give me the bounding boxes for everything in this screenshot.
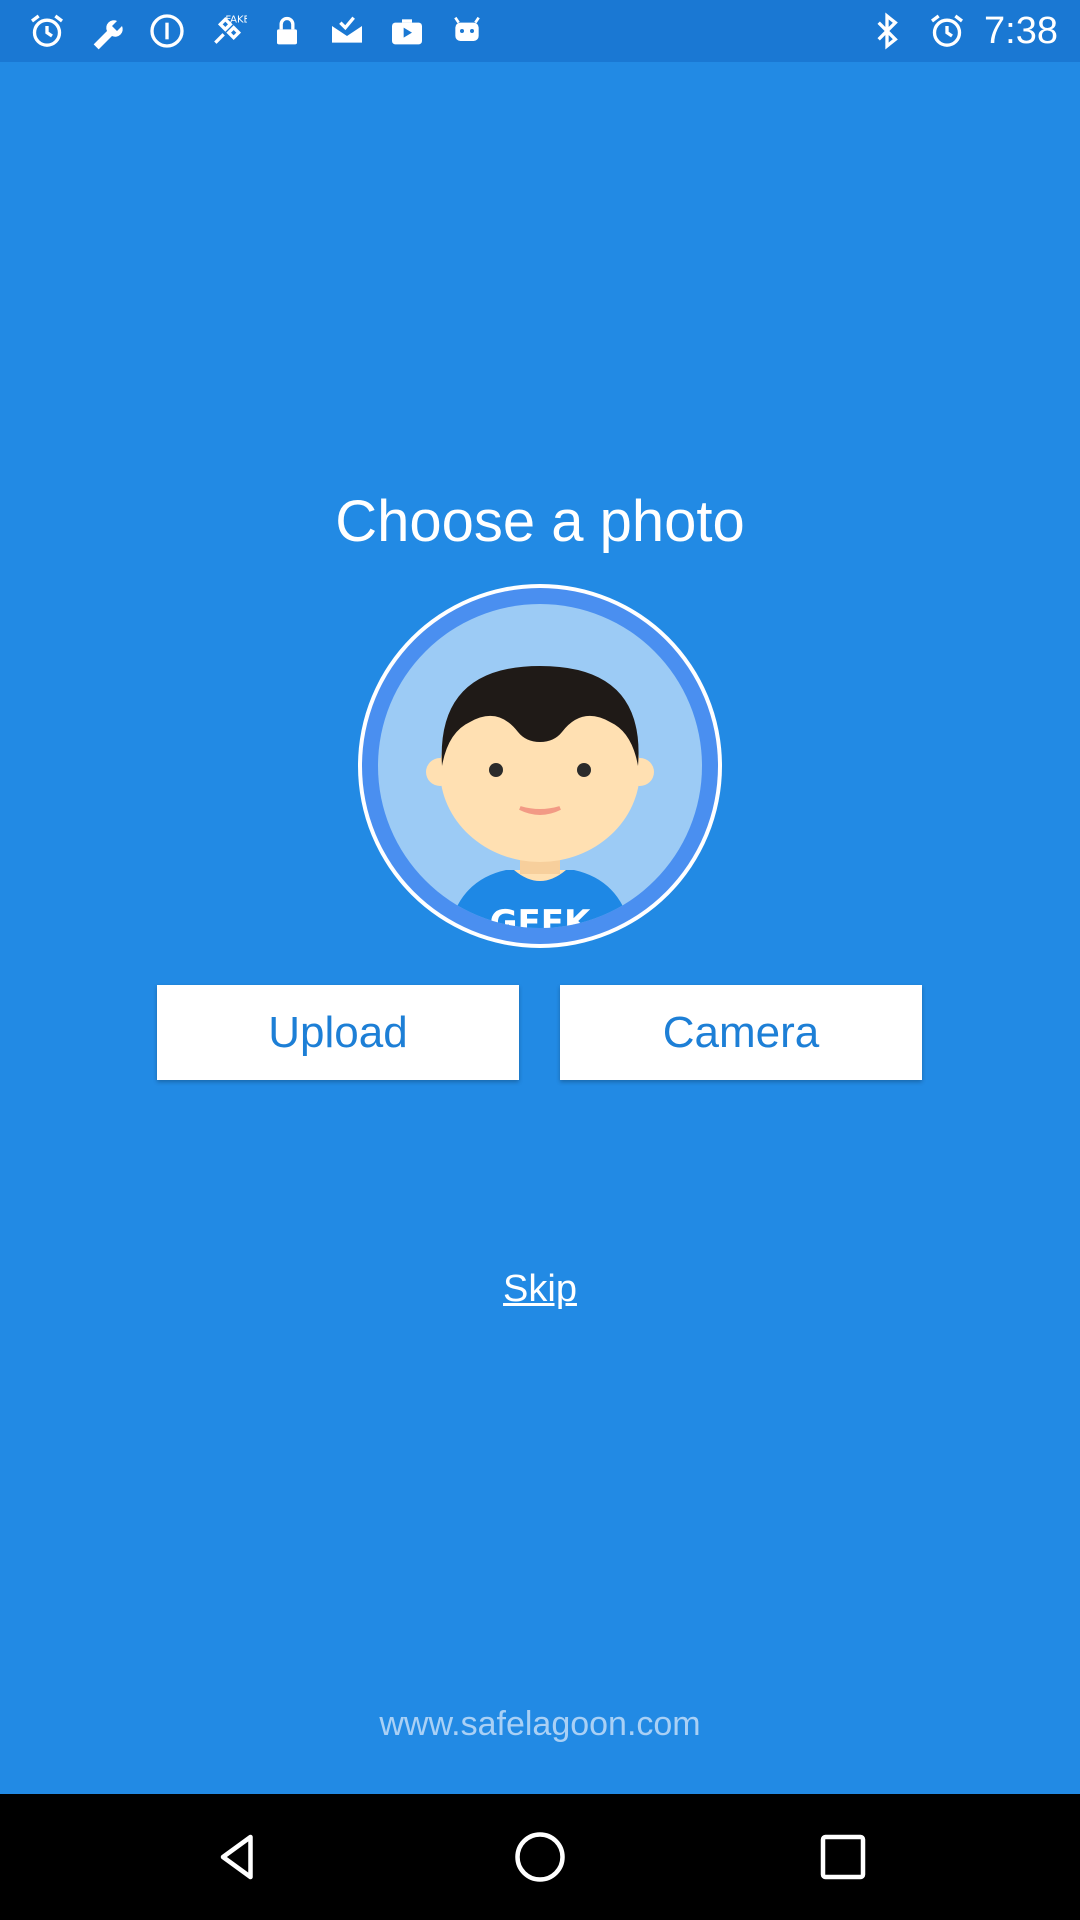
satellite-icon: FAKE	[204, 8, 250, 54]
recents-button[interactable]	[808, 1822, 878, 1892]
android-icon	[444, 8, 490, 54]
avatar[interactable]: GEEK	[356, 582, 724, 950]
default-avatar-icon: GEEK	[358, 584, 722, 948]
recents-icon	[820, 1834, 866, 1880]
navigation-bar	[0, 1794, 1080, 1920]
back-icon	[220, 1834, 253, 1880]
alarm-icon	[24, 8, 70, 54]
status-bar: FAKE 7:38	[0, 0, 1080, 62]
notification-icons: FAKE	[24, 8, 490, 54]
camera-button[interactable]: Camera	[560, 985, 922, 1080]
fake-gps-badge: FAKE	[225, 15, 247, 26]
website-footer: www.safelagoon.com	[379, 1705, 701, 1743]
back-button[interactable]	[203, 1822, 273, 1892]
bluetooth-icon	[864, 8, 910, 54]
lock-icon	[264, 8, 310, 54]
status-time: 7:38	[984, 10, 1058, 52]
home-button[interactable]	[505, 1822, 575, 1892]
page-title: Choose a photo	[335, 489, 745, 554]
skip-row: Skip	[0, 1268, 1080, 1311]
play-store-icon	[384, 8, 430, 54]
mail-check-icon	[324, 8, 370, 54]
info-icon	[144, 8, 190, 54]
upload-button[interactable]: Upload	[157, 985, 519, 1080]
system-icons: 7:38	[864, 8, 1058, 54]
home-icon	[515, 1832, 565, 1882]
wrench-icon	[84, 8, 130, 54]
alarm-icon	[924, 8, 970, 54]
skip-link[interactable]: Skip	[503, 1268, 577, 1310]
